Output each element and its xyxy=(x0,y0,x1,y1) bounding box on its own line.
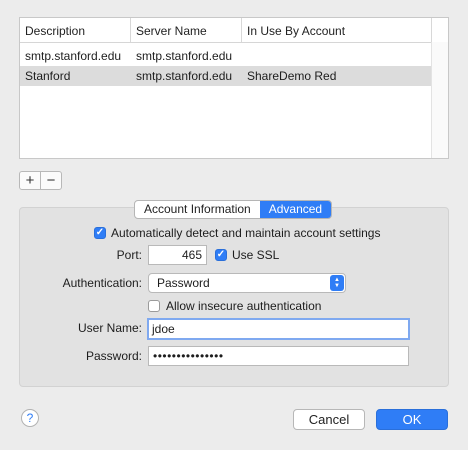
column-header-spacer xyxy=(432,18,448,42)
username-input[interactable]: jdoe xyxy=(147,318,410,340)
ok-button[interactable]: OK xyxy=(376,409,448,430)
password-label: Password: xyxy=(85,349,142,363)
port-input[interactable]: 465 xyxy=(148,245,207,265)
tab-advanced[interactable]: Advanced xyxy=(259,201,332,218)
authentication-value: Password xyxy=(157,276,210,290)
authentication-popup[interactable]: Password ▲ ▼ xyxy=(148,273,346,293)
updown-chevron-icon: ▲ ▼ xyxy=(330,275,344,291)
cell-description: smtp.stanford.edu xyxy=(25,49,122,63)
allow-insecure-checkbox[interactable] xyxy=(148,300,160,312)
add-remove-control: + − xyxy=(19,171,62,190)
checkmark-icon: ✓ xyxy=(216,249,226,260)
port-label: Port: xyxy=(116,248,142,262)
table-row-selected[interactable]: Stanford smtp.stanford.edu ShareDemo Red xyxy=(20,66,432,86)
use-ssl-label: Use SSL xyxy=(232,248,280,262)
cell-server-name: smtp.stanford.edu xyxy=(136,49,233,63)
smtp-server-table: Description Server Name In Use By Accoun… xyxy=(19,17,449,159)
tab-account-information[interactable]: Account Information xyxy=(135,201,260,218)
auto-detect-label: Automatically detect and maintain accoun… xyxy=(111,226,381,240)
add-server-button[interactable]: + xyxy=(20,172,40,189)
table-row[interactable]: smtp.stanford.edu smtp.stanford.edu xyxy=(20,46,448,66)
help-icon[interactable]: ? xyxy=(21,409,39,427)
smtp-server-list-dialog: Description Server Name In Use By Accoun… xyxy=(0,0,468,450)
use-ssl-checkbox[interactable]: ✓ xyxy=(215,249,227,261)
allow-insecure-label: Allow insecure authentication xyxy=(166,299,322,313)
cell-account: ShareDemo Red xyxy=(247,69,337,83)
column-header-in-use-by-account[interactable]: In Use By Account xyxy=(242,18,432,42)
column-header-server-name[interactable]: Server Name xyxy=(131,18,242,42)
table-scrollbar[interactable] xyxy=(431,42,448,158)
checkmark-icon: ✓ xyxy=(95,227,105,238)
cancel-button[interactable]: Cancel xyxy=(293,409,365,430)
auto-detect-checkbox[interactable]: ✓ xyxy=(94,227,106,239)
remove-server-button[interactable]: − xyxy=(40,172,61,189)
allow-insecure-row: Allow insecure authentication xyxy=(148,299,321,313)
column-header-description[interactable]: Description xyxy=(20,18,131,42)
table-header: Description Server Name In Use By Accoun… xyxy=(20,18,448,43)
cell-description: Stanford xyxy=(25,69,71,83)
cell-server-name: smtp.stanford.edu xyxy=(136,69,233,83)
use-ssl-row: ✓ Use SSL xyxy=(215,248,279,262)
password-input[interactable]: ••••••••••••••• xyxy=(148,346,409,366)
settings-tab-control: Account Information Advanced xyxy=(134,200,333,219)
authentication-label: Authentication: xyxy=(62,276,142,290)
auto-detect-row: ✓ Automatically detect and maintain acco… xyxy=(94,226,380,240)
cell-account xyxy=(242,46,432,66)
username-label: User Name: xyxy=(77,321,142,335)
